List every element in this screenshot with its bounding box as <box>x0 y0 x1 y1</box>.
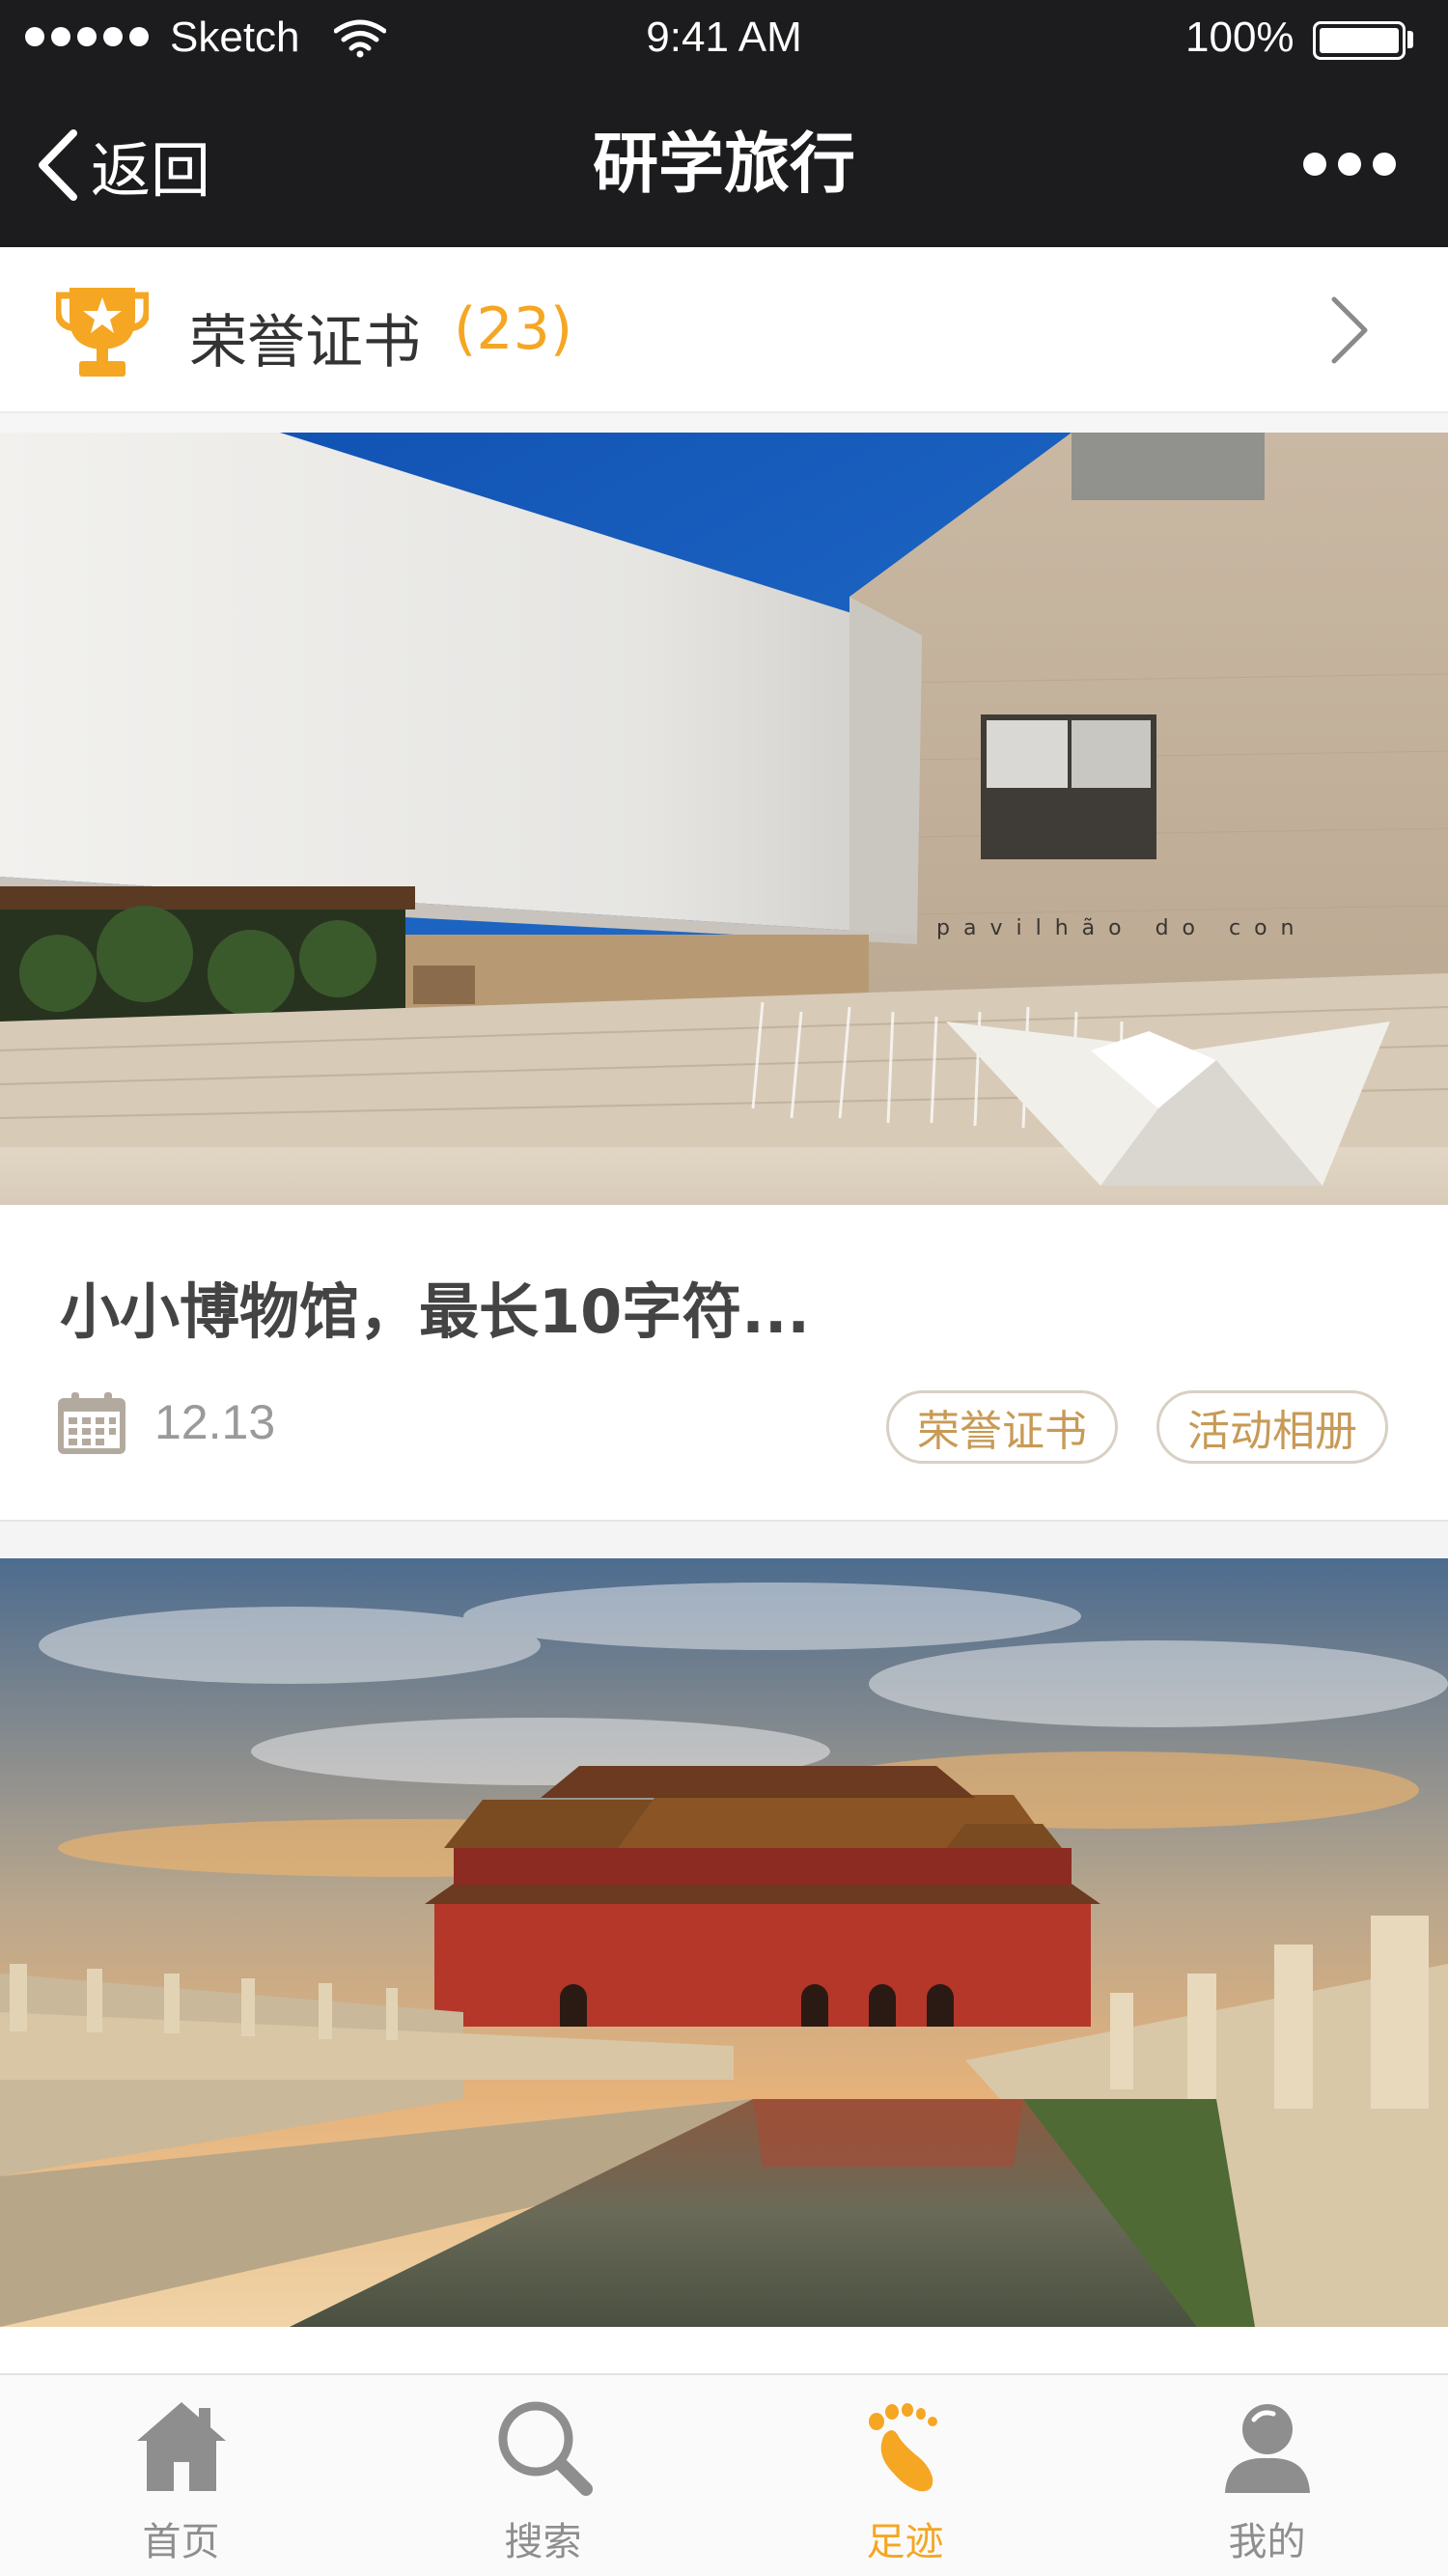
chevron-left-icon <box>39 129 77 201</box>
status-bar: Sketch 9:41 AM 100% <box>0 0 1448 83</box>
museum-photo[interactable]: pavilhão do con <box>0 433 1448 1205</box>
more-dot-icon <box>1373 153 1396 176</box>
section-gap <box>0 413 1448 433</box>
tab-bar: 首页 搜索 足迹 我的 <box>0 2373 1448 2576</box>
battery-percentage: 100% <box>1185 14 1295 61</box>
footprint-icon <box>868 2403 937 2492</box>
chevron-right-icon <box>1331 296 1368 364</box>
forbidden-city-photo[interactable] <box>0 1558 1448 2327</box>
honor-label: 荣誉证书 <box>189 309 421 377</box>
page-title: 研学旅行 <box>592 126 855 203</box>
battery-tip <box>1407 31 1413 48</box>
trophy-icon <box>56 288 149 377</box>
honor-certificate-tag[interactable]: 荣誉证书 <box>886 1390 1118 1464</box>
more-options-button[interactable] <box>1303 143 1396 185</box>
search-icon <box>498 2401 593 2496</box>
card-divider <box>0 1520 1448 1558</box>
top-bar: Sketch 9:41 AM 100% 返回 研学旅行 <box>0 0 1448 247</box>
user-icon <box>1224 2404 1310 2493</box>
back-label: 返回 <box>91 135 211 206</box>
card-date: 12.13 <box>154 1395 276 1449</box>
battery-icon <box>1313 21 1406 60</box>
navigation-bar: 返回 研学旅行 <box>0 83 1448 247</box>
tab-home[interactable]: 首页 <box>0 2375 362 2576</box>
honor-certificate-row[interactable]: 荣誉证书 (23) <box>0 247 1448 413</box>
tab-label: 搜索 <box>504 2520 582 2564</box>
more-dot-icon <box>1303 153 1326 176</box>
calendar-icon <box>58 1392 125 1454</box>
tab-footprint[interactable]: 足迹 <box>724 2375 1086 2576</box>
card-title[interactable]: 小小博物馆，最长10字符... <box>60 1263 810 1350</box>
more-dot-icon <box>1338 153 1361 176</box>
tab-label: 我的 <box>1228 2520 1306 2564</box>
back-button[interactable]: 返回 <box>35 122 210 209</box>
tab-search[interactable]: 搜索 <box>362 2375 724 2576</box>
honor-count: (23) <box>454 295 573 363</box>
tab-profile[interactable]: 我的 <box>1086 2375 1448 2576</box>
tab-label: 首页 <box>142 2520 220 2564</box>
svg-text:pavilhão do con: pavilhão do con <box>936 916 1308 940</box>
activity-album-tag[interactable]: 活动相册 <box>1156 1390 1388 1464</box>
tab-label: 足迹 <box>866 2520 944 2564</box>
home-icon <box>136 2402 226 2491</box>
